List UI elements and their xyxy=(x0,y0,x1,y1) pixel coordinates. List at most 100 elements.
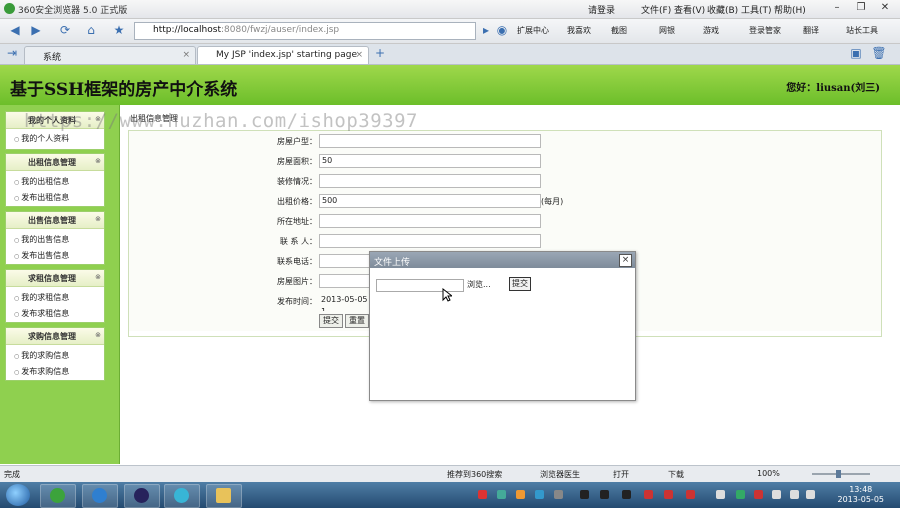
toolbar-extensions[interactable]: 扩展中心 xyxy=(517,25,549,36)
close-window-button[interactable]: ✕ xyxy=(874,1,896,15)
toolbar-translate[interactable]: 翻译 xyxy=(803,25,819,36)
tray-icon[interactable] xyxy=(554,490,563,499)
taskbar-folder[interactable] xyxy=(206,484,242,508)
status-bar: 完成 推荐到360搜索 浏览器医生 打开 下载 100% xyxy=(0,465,900,482)
browser-doctor-link[interactable]: 浏览器医生 xyxy=(540,469,580,480)
restore-button[interactable]: ❐ xyxy=(850,1,872,15)
toolbar-screenshot[interactable]: 截图 xyxy=(611,25,627,36)
address-url: http://localhost:8080/fwzj/auser/index.j… xyxy=(153,25,340,35)
submit-button[interactable]: 提交 xyxy=(319,314,343,328)
tray-icon[interactable] xyxy=(622,490,631,499)
tray-icon[interactable] xyxy=(600,490,609,499)
toolbar-login-manager[interactable]: 登录管家 xyxy=(749,25,781,36)
tab-system[interactable]: 系统 × xyxy=(24,46,196,64)
browse-button[interactable]: 浏览... xyxy=(467,279,491,290)
field-label: 房屋户型： xyxy=(277,137,317,146)
taskbar-ie[interactable] xyxy=(82,484,118,508)
trash-icon[interactable]: 🗑 xyxy=(870,45,888,62)
dialog-titlebar: 文件上传 xyxy=(370,252,635,268)
form-row: 房屋面积： 50 xyxy=(129,151,881,172)
clock-date: 2013-05-05 xyxy=(837,495,885,504)
zoom-level[interactable]: 100% xyxy=(757,469,780,478)
house-image-input[interactable] xyxy=(319,274,371,288)
house-area-input[interactable]: 50 xyxy=(319,154,541,168)
tab-list-icon[interactable]: ▣ xyxy=(847,45,865,62)
toolbar-webmaster[interactable]: 站长工具 xyxy=(846,25,878,36)
back-arrow-icon[interactable]: ◀ xyxy=(6,22,24,39)
sidebar-item-publish-sale[interactable]: 发布出售信息 xyxy=(14,250,69,261)
taskbar-360-browser[interactable] xyxy=(40,484,76,508)
sidebar-item-publish-want-buy[interactable]: 发布求购信息 xyxy=(14,366,69,377)
tray-icon[interactable] xyxy=(716,490,725,499)
close-tab-icon[interactable]: × xyxy=(355,50,363,60)
publish-time-value: 2013-05-05 1 xyxy=(321,295,368,316)
toolbar-bank[interactable]: 网银 xyxy=(659,25,675,36)
menu-file[interactable]: 文件(F) xyxy=(641,3,671,16)
house-type-input[interactable] xyxy=(319,134,541,148)
toolbar-like[interactable]: 我喜欢 xyxy=(567,25,591,36)
download-link[interactable]: 下载 xyxy=(668,469,684,480)
home-icon[interactable]: ⌂ xyxy=(82,22,100,39)
taskbar-eclipse[interactable] xyxy=(124,484,160,508)
tray-icon[interactable] xyxy=(686,490,695,499)
price-unit: (每月) xyxy=(541,197,564,206)
tab-index-jsp[interactable]: My JSP 'index.jsp' starting page × xyxy=(197,46,369,64)
zoom-slider[interactable] xyxy=(812,473,870,475)
browser-titlebar: 360安全浏览器 5.0 正式版 请登录 文件(F) 查看(V) 收藏(B) 工… xyxy=(0,0,900,19)
minimize-button[interactable]: – xyxy=(826,1,848,15)
system-clock[interactable]: 13:48 2013-05-05 xyxy=(838,485,885,505)
sidebar-group-header[interactable]: 求购信息管理 ⊗ xyxy=(6,328,104,345)
start-button[interactable] xyxy=(6,484,30,506)
contact-person-input[interactable] xyxy=(319,234,541,248)
login-link[interactable]: 请登录 xyxy=(588,3,615,16)
decoration-input[interactable] xyxy=(319,174,541,188)
sidebar-item-publish-want-rent[interactable]: 发布求租信息 xyxy=(14,308,69,319)
menu-favorites[interactable]: 收藏(B) xyxy=(707,3,738,16)
tray-icon[interactable] xyxy=(497,490,506,499)
volume-icon[interactable] xyxy=(806,490,815,499)
open-link[interactable]: 打开 xyxy=(613,469,629,480)
recommend-link[interactable]: 推荐到360搜索 xyxy=(447,469,502,480)
tray-icon[interactable] xyxy=(580,490,589,499)
dialog-close-icon[interactable]: × xyxy=(619,254,632,267)
tray-icon[interactable] xyxy=(772,490,781,499)
sidebar-item-publish-rental[interactable]: 发布出租信息 xyxy=(14,192,69,203)
sidebar-item-my-want-buy[interactable]: 我的求购信息 xyxy=(14,350,69,361)
tray-icon[interactable] xyxy=(535,490,544,499)
tray-icon[interactable] xyxy=(736,490,745,499)
upload-submit-button[interactable]: 提交 xyxy=(509,277,531,291)
reset-button[interactable]: 重置 xyxy=(345,314,369,328)
tray-icon[interactable] xyxy=(516,490,525,499)
toolbar-games[interactable]: 游戏 xyxy=(703,25,719,36)
zoom-slider-handle[interactable] xyxy=(836,470,841,478)
menu-help[interactable]: 帮助(H) xyxy=(774,3,806,16)
sidebar-group-header[interactable]: 出租信息管理 ⊗ xyxy=(6,154,104,171)
sidebar-toggle-icon[interactable]: ⇥ xyxy=(3,45,21,62)
tray-icon[interactable] xyxy=(644,490,653,499)
star-icon[interactable]: ★ xyxy=(110,22,128,39)
sidebar-item-my-sales[interactable]: 我的出售信息 xyxy=(14,234,69,245)
status-text: 完成 xyxy=(4,470,20,479)
sidebar-item-my-profile[interactable]: 我的个人资料 xyxy=(14,133,69,144)
menu-view[interactable]: 查看(V) xyxy=(674,3,705,16)
form-row: 所在地址： xyxy=(129,211,881,232)
tray-icon[interactable] xyxy=(664,490,673,499)
new-tab-icon[interactable]: + xyxy=(371,45,389,62)
sidebar-group-header[interactable]: 出售信息管理 ⊗ xyxy=(6,212,104,229)
tray-icon[interactable] xyxy=(478,490,487,499)
taskbar-app[interactable] xyxy=(164,484,200,508)
refresh-icon[interactable]: ⟳ xyxy=(56,22,74,39)
field-label: 联系电话： xyxy=(277,257,317,266)
address-bar[interactable]: http://localhost:8080/fwzj/auser/index.j… xyxy=(134,22,476,40)
sidebar-item-my-rentals[interactable]: 我的出租信息 xyxy=(14,176,69,187)
close-tab-icon[interactable]: × xyxy=(182,50,190,60)
sidebar-group-header[interactable]: 求租信息管理 ⊗ xyxy=(6,270,104,287)
shield-icon[interactable]: ◉ xyxy=(493,22,511,39)
tray-icon[interactable] xyxy=(790,490,799,499)
menu-tools[interactable]: 工具(T) xyxy=(741,3,772,16)
address-input[interactable] xyxy=(319,214,541,228)
forward-arrow-icon[interactable]: ▶ xyxy=(27,22,45,39)
rent-price-input[interactable]: 500 xyxy=(319,194,541,208)
sidebar-item-my-want-rent[interactable]: 我的求租信息 xyxy=(14,292,69,303)
tray-icon[interactable] xyxy=(754,490,763,499)
